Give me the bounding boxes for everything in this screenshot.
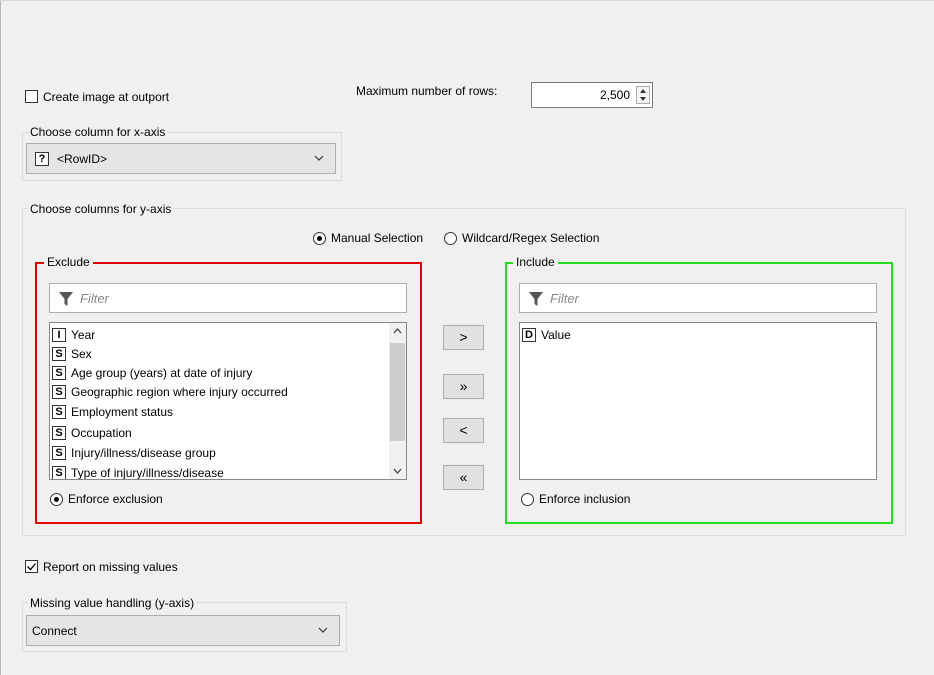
list-item-label: Sex (71, 346, 92, 361)
exclude-filter-input[interactable]: Filter (49, 283, 407, 313)
string-type-icon: S (52, 365, 66, 380)
manual-selection-label: Manual Selection (331, 231, 424, 245)
exclude-scrollbar[interactable] (389, 323, 406, 479)
list-item-label: Occupation (71, 425, 132, 440)
enforce-exclusion-label: Enforce exclusion (68, 492, 163, 506)
list-item[interactable]: I Year (52, 325, 95, 344)
enforce-exclusion-radio[interactable] (50, 493, 63, 506)
list-item[interactable]: S Geographic region where injury occurred (52, 382, 288, 401)
list-item-label: Value (541, 327, 571, 342)
string-type-icon: S (52, 346, 66, 361)
list-item[interactable]: S Occupation (52, 423, 132, 442)
missing-handling-combo[interactable]: Connect (26, 615, 340, 646)
scroll-up-icon[interactable] (389, 323, 406, 340)
max-rows-stepper[interactable] (636, 86, 650, 104)
enforce-inclusion-radio[interactable] (521, 493, 534, 506)
x-axis-selected: <RowID> (57, 152, 108, 166)
string-type-icon: S (52, 384, 66, 399)
list-item[interactable]: S Sex (52, 344, 92, 363)
exclude-title: Exclude (44, 255, 93, 269)
filter-icon (529, 292, 543, 306)
integer-type-icon: I (52, 327, 66, 342)
list-item-label: Age group (years) at date of injury (71, 365, 253, 380)
window-top-border (0, 0, 934, 1)
scrollbar-thumb[interactable] (390, 343, 405, 441)
list-item[interactable]: S Type of injury/illness/disease (52, 463, 224, 480)
remove-button[interactable]: < (443, 418, 484, 443)
list-item-label: Year (71, 327, 96, 342)
include-filter-input[interactable]: Filter (519, 283, 877, 313)
missing-handling-group-title: Missing value handling (y-axis) (28, 596, 197, 610)
unknown-type-icon: ? (35, 152, 49, 166)
remove-all-button[interactable]: « (443, 465, 484, 490)
list-item-label: Employment status (71, 404, 174, 419)
window-left-border (0, 0, 1, 675)
x-axis-group-title: Choose column for x-axis (28, 125, 168, 139)
increment-arrow-icon[interactable] (637, 87, 649, 95)
max-rows-value: 2,500 (599, 88, 630, 102)
string-type-icon: S (52, 425, 66, 440)
max-rows-label: Maximum number of rows: (356, 84, 498, 98)
include-list[interactable]: D Value (519, 322, 877, 480)
create-image-checkbox[interactable] (25, 90, 38, 103)
report-missing-label: Report on missing values (43, 560, 178, 574)
checkmark-icon (27, 563, 36, 571)
x-axis-combo[interactable]: ? <RowID> (26, 143, 336, 174)
report-missing-checkbox[interactable] (25, 560, 38, 573)
string-type-icon: S (52, 445, 66, 460)
scroll-down-icon[interactable] (389, 462, 406, 479)
wildcard-selection-radio[interactable] (444, 232, 457, 245)
max-rows-spinner[interactable]: 2,500 (531, 82, 653, 108)
create-image-label: Create image at outport (43, 90, 170, 104)
list-item[interactable]: D Value (522, 325, 571, 344)
list-item[interactable]: S Injury/illness/disease group (52, 443, 216, 462)
add-all-button[interactable]: » (443, 374, 484, 399)
include-filter-placeholder: Filter (550, 291, 579, 306)
include-title: Include (513, 255, 558, 269)
exclude-filter-placeholder: Filter (80, 291, 109, 306)
list-item-label: Injury/illness/disease group (71, 445, 216, 460)
list-item-label: Type of injury/illness/disease (71, 465, 224, 480)
list-item[interactable]: S Employment status (52, 402, 173, 421)
wildcard-selection-label: Wildcard/Regex Selection (462, 231, 600, 245)
string-type-icon: S (52, 404, 66, 419)
list-item-label: Geographic region where injury occurred (71, 384, 288, 399)
list-item[interactable]: S Age group (years) at date of injury (52, 363, 252, 382)
chevron-down-icon (314, 155, 324, 161)
decrement-arrow-icon[interactable] (637, 95, 649, 103)
missing-handling-selected: Connect (32, 624, 77, 638)
add-button[interactable]: > (443, 325, 484, 350)
filter-icon (59, 292, 73, 306)
manual-selection-radio[interactable] (313, 232, 326, 245)
string-type-icon: S (52, 465, 66, 479)
exclude-list[interactable]: I Year S Sex S Age group (years) at date of… (49, 322, 407, 480)
double-type-icon: D (522, 327, 536, 342)
chevron-down-icon (318, 627, 328, 633)
y-axis-group-title: Choose columns for y-axis (28, 202, 174, 216)
enforce-inclusion-label: Enforce inclusion (539, 492, 631, 506)
